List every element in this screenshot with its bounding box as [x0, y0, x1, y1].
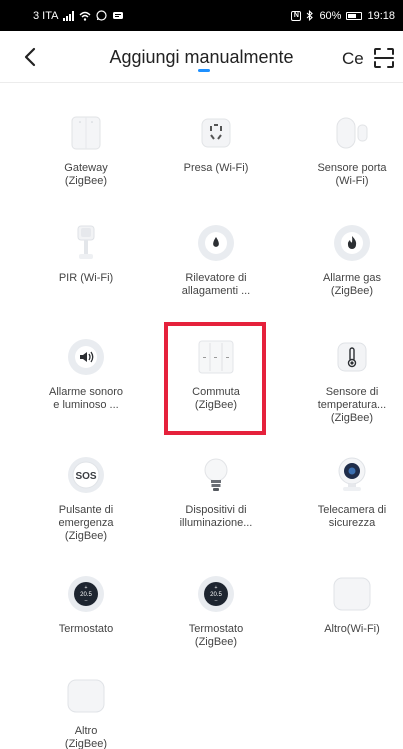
status-bar-right: N 60% 19:18 — [291, 10, 395, 22]
device-other-wifi[interactable]: Altro(Wi-Fi) — [289, 574, 403, 636]
device-label: Termostato — [58, 623, 114, 635]
device-label: Sensore di temperatura... (ZigBee) — [317, 386, 387, 424]
device-lighting[interactable]: Dispositivi di illuminazione... — [153, 455, 279, 530]
device-label: Pulsante di emergenza (ZigBee) — [58, 504, 114, 542]
svg-text:+: + — [215, 585, 218, 591]
device-label: Gateway (ZigBee) — [64, 162, 108, 187]
whatsapp-icon — [96, 10, 108, 21]
thermostat-icon: +20.5– — [196, 574, 236, 614]
clock: 19:18 — [367, 9, 395, 22]
device-gas-alarm-zigbee[interactable]: Allarme gas (ZigBee) — [289, 223, 403, 298]
device-other-zigbee[interactable]: Altro (ZigBee) — [23, 676, 149, 749]
device-plug-wifi[interactable]: Presa (Wi-Fi) — [153, 113, 279, 175]
device-label: Altro (ZigBee) — [64, 725, 108, 749]
signal-icon — [63, 10, 75, 21]
carrier-label: 3 ITA — [33, 9, 59, 22]
gas-alarm-icon — [332, 223, 372, 263]
svg-text:+: + — [85, 585, 88, 591]
device-label: Altro(Wi-Fi) — [324, 623, 380, 635]
device-gateway-zigbee[interactable]: Gateway (ZigBee) — [23, 113, 149, 188]
device-security-camera[interactable]: Telecamera di sicurezza — [289, 455, 403, 530]
camera-icon — [332, 455, 372, 495]
wifi-icon — [79, 11, 91, 21]
pir-sensor-icon — [66, 223, 106, 263]
device-pir-wifi[interactable]: PIR (Wi-Fi) — [23, 223, 149, 285]
device-label: Telecamera di sicurezza — [317, 504, 387, 529]
device-label: Sensore porta (Wi-Fi) — [317, 162, 387, 187]
device-label: Rilevatore di allagamenti ... — [181, 272, 251, 297]
device-label: Presa (Wi-Fi) — [183, 162, 249, 174]
device-thermostat[interactable]: +20.5– Termostato — [23, 574, 149, 636]
other-device-icon — [332, 574, 372, 614]
scan-button[interactable] — [372, 46, 396, 70]
plug-icon — [196, 113, 236, 153]
scan-icon — [374, 48, 394, 68]
top-nav-bar: Aggiungi manualmente Ce — [0, 31, 403, 83]
water-leak-icon — [196, 223, 236, 263]
device-sos-button-zigbee[interactable]: SOS Pulsante di emergenza (ZigBee) — [23, 455, 149, 543]
bulb-icon — [196, 455, 236, 495]
device-siren[interactable]: Allarme sonoro e luminoso ... — [23, 337, 149, 412]
device-label: Termostato (ZigBee) — [188, 623, 244, 648]
device-thermostat-zigbee[interactable]: +20.5– Termostato (ZigBee) — [153, 574, 279, 649]
status-bar: 3 ITA N 60% 19:18 — [0, 0, 403, 31]
battery-percent: 60% — [319, 9, 342, 22]
status-bar-left: 3 ITA — [33, 10, 124, 22]
thermostat-icon: +20.5– — [66, 574, 106, 614]
bluetooth-icon — [307, 10, 314, 21]
thermometer-icon — [332, 337, 372, 377]
selection-highlight-box — [164, 322, 266, 435]
svg-text:–: – — [85, 598, 88, 604]
battery-icon — [346, 11, 363, 20]
svg-text:SOS: SOS — [75, 471, 96, 482]
message-icon — [113, 11, 124, 19]
sos-icon: SOS — [66, 455, 106, 495]
siren-icon — [66, 337, 106, 377]
device-door-sensor-wifi[interactable]: Sensore porta (Wi-Fi) — [289, 113, 403, 188]
nfc-icon: N — [291, 10, 302, 21]
door-sensor-icon — [332, 113, 372, 153]
device-label: Allarme gas (ZigBee) — [322, 272, 382, 297]
device-temp-sensor-zigbee[interactable]: Sensore di temperatura... (ZigBee) — [289, 337, 403, 425]
device-label: Dispositivi di illuminazione... — [179, 504, 253, 529]
other-device-icon — [66, 676, 106, 716]
device-label: Allarme sonoro e luminoso ... — [49, 386, 123, 411]
device-water-leak[interactable]: Rilevatore di allagamenti ... — [153, 223, 279, 298]
gateway-icon — [66, 113, 106, 153]
tab-ce[interactable]: Ce — [342, 49, 364, 69]
device-label: PIR (Wi-Fi) — [58, 272, 114, 284]
svg-text:–: – — [215, 598, 218, 604]
active-tab-indicator — [198, 69, 210, 72]
